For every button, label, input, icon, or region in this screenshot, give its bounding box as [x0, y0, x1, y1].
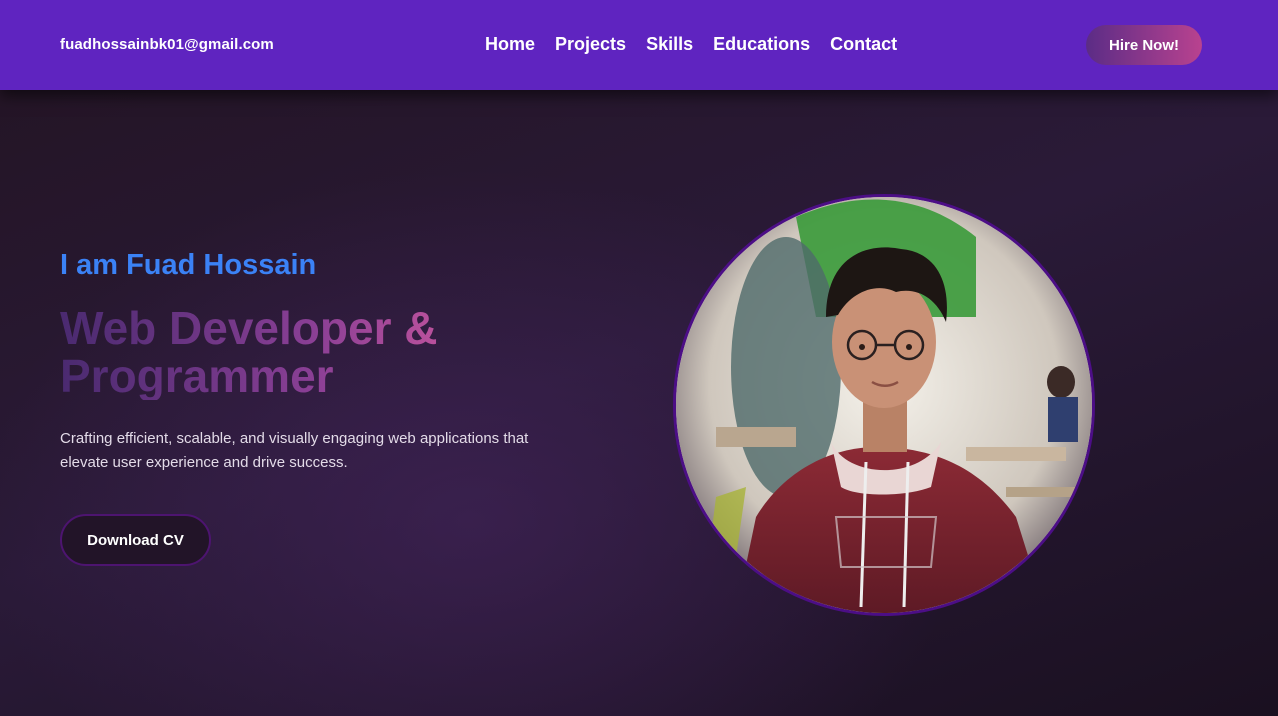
hero-intro: I am Fuad Hossain — [60, 249, 317, 281]
hire-now-button[interactable]: Hire Now! — [1086, 25, 1202, 65]
profile-photo-illustration — [676, 197, 1092, 613]
hero-section: I am Fuad Hossain Web Developer & Progra… — [0, 90, 1278, 716]
navbar: fuadhossainbk01@gmail.com Home Projects … — [0, 0, 1278, 90]
profile-photo — [673, 194, 1095, 616]
nav-link-contact[interactable]: Contact — [830, 34, 897, 55]
hero-title: Web Developer & Programmer — [60, 304, 620, 400]
nav-link-home[interactable]: Home — [485, 34, 535, 55]
hero-tagline: Crafting efficient, scalable, and visual… — [60, 430, 529, 471]
main-nav: Home Projects Skills Educations Contact — [485, 34, 897, 55]
nav-link-skills[interactable]: Skills — [646, 34, 693, 55]
download-cv-button[interactable]: Download CV — [60, 514, 211, 566]
contact-email-link[interactable]: fuadhossainbk01@gmail.com — [60, 36, 274, 53]
nav-link-educations[interactable]: Educations — [713, 34, 810, 55]
nav-link-projects[interactable]: Projects — [555, 34, 626, 55]
